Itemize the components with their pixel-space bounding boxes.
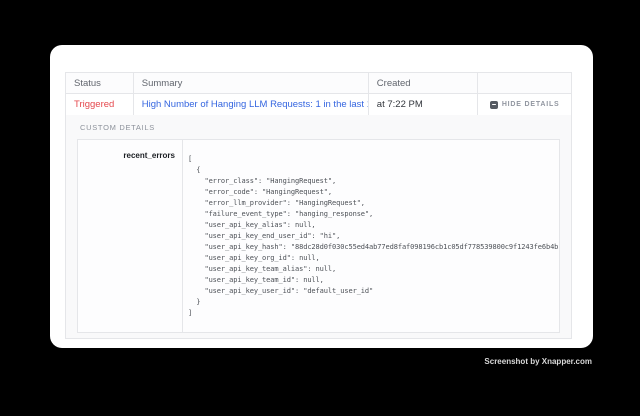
- screenshot-background: Status Summary Created Triggered High Nu…: [0, 0, 640, 416]
- actions-cell: HIDE DETAILS: [478, 94, 571, 115]
- json-value-column: [ { "error_class": "HangingRequest", "er…: [183, 140, 559, 332]
- table-row: Triggered High Number of Hanging LLM Req…: [65, 94, 572, 115]
- custom-details-section: CUSTOM DETAILS recent_errors [ { "error_…: [65, 115, 572, 339]
- table-header-row: Status Summary Created: [65, 72, 572, 94]
- recent-errors-label: recent_errors: [123, 151, 175, 160]
- column-header-status: Status: [66, 73, 134, 93]
- column-header-created: Created: [369, 73, 479, 93]
- summary-cell: High Number of Hanging LLM Requests: 1 i…: [134, 94, 369, 115]
- minus-square-icon: [490, 101, 498, 109]
- alert-card: Status Summary Created Triggered High Nu…: [50, 45, 593, 348]
- recent-errors-json: [ { "error_class": "HangingRequest", "er…: [188, 154, 559, 319]
- column-header-summary: Summary: [134, 73, 369, 93]
- field-label-column: recent_errors: [78, 140, 183, 332]
- alert-summary-link[interactable]: High Number of Hanging LLM Requests: 1 i…: [142, 99, 369, 110]
- hide-details-label: HIDE DETAILS: [502, 101, 560, 108]
- created-time: at 7:22 PM: [377, 99, 423, 110]
- status-badge: Triggered: [74, 99, 114, 110]
- status-cell: Triggered: [66, 94, 134, 115]
- xnapper-watermark: Screenshot by Xnapper.com: [484, 357, 592, 366]
- alerts-table: Status Summary Created Triggered High Nu…: [65, 72, 572, 339]
- hide-details-button[interactable]: HIDE DETAILS: [490, 101, 560, 109]
- custom-details-heading: CUSTOM DETAILS: [80, 124, 560, 132]
- column-header-actions: [478, 73, 571, 93]
- created-cell: at 7:22 PM: [369, 94, 479, 115]
- custom-details-panel: recent_errors [ { "error_class": "Hangin…: [77, 139, 560, 333]
